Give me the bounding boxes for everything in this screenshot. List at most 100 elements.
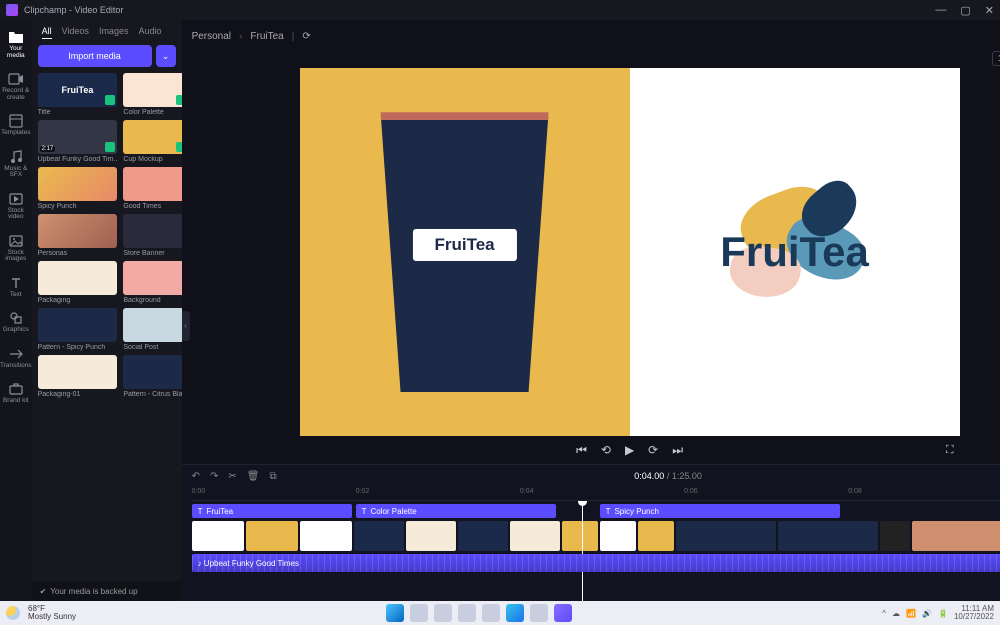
audio-track-clip[interactable]: ♪ Upbeat Funky Good Times	[192, 554, 1000, 572]
step-forward-button[interactable]: ⟳	[648, 443, 658, 457]
video-clip[interactable]	[562, 521, 598, 551]
video-clip[interactable]	[778, 521, 878, 551]
media-card[interactable]: Background	[123, 261, 181, 304]
collapse-library-handle[interactable]: ‹	[182, 311, 190, 341]
title-clip[interactable]: TSpicy Punch	[600, 504, 840, 518]
crumb-project[interactable]: FruiTea	[250, 31, 283, 42]
taskbar-chat-icon[interactable]	[458, 604, 476, 622]
used-check-icon	[176, 142, 182, 152]
timeline-tracks[interactable]: TFruiTea TColor Palette TSpicy Punch	[182, 501, 1000, 601]
weather-widget[interactable]: 68°F Mostly Sunny	[28, 605, 76, 621]
taskbar-store-icon[interactable]	[530, 604, 548, 622]
title-clip[interactable]: TFruiTea	[192, 504, 352, 518]
rail-stock-images[interactable]: Stock images	[0, 228, 32, 268]
video-clip[interactable]	[406, 521, 456, 551]
media-card[interactable]: Good Times	[123, 167, 181, 210]
media-card[interactable]: Personas	[38, 214, 118, 257]
video-clip[interactable]	[246, 521, 298, 551]
import-media-button[interactable]: Import media	[38, 45, 152, 67]
import-media-dropdown[interactable]: ⌄	[156, 45, 176, 67]
taskbar-taskview-icon[interactable]	[434, 604, 452, 622]
timeline-ruler[interactable]: 0:000:020:040:060:080:1	[192, 487, 1000, 501]
video-clip[interactable]	[354, 521, 404, 551]
rail-record-create[interactable]: Record & create	[0, 66, 32, 106]
taskbar-clipchamp-icon[interactable]	[554, 604, 572, 622]
media-card[interactable]: Cup Mockup	[123, 120, 181, 163]
video-clip[interactable]	[600, 521, 636, 551]
media-card[interactable]: Spicy Punch	[38, 167, 118, 210]
media-card[interactable]: Social Post	[123, 308, 181, 351]
playhead[interactable]	[582, 501, 583, 601]
tab-all[interactable]: All	[42, 26, 52, 39]
rail-music-sfx[interactable]: Music & SFX	[0, 144, 32, 184]
timeline-panel: ↶ ↷ ✂ 🗑 ⧉ 0:04.00 / 1:25.00 ＋ － ⤢ 0:000:…	[182, 464, 1000, 601]
media-card[interactable]: Pattern - Citrus Blast	[123, 355, 181, 398]
media-card[interactable]: Color Palette	[123, 73, 181, 116]
delete-button[interactable]: 🗑	[247, 471, 260, 482]
media-card[interactable]: Pattern - Spicy Punch	[38, 308, 118, 351]
tab-videos[interactable]: Videos	[62, 26, 89, 39]
aspect-ratio-selector[interactable]: 16:9	[992, 51, 1000, 66]
video-clip[interactable]	[192, 521, 244, 551]
video-clip[interactable]	[880, 521, 910, 551]
video-clip[interactable]	[458, 521, 508, 551]
ruler-mark: 0:00	[192, 488, 206, 495]
rail-templates[interactable]: Templates	[0, 108, 32, 142]
tray-chevron-icon[interactable]: ^	[882, 609, 886, 618]
rail-brand-kit[interactable]: Brand kit	[0, 376, 32, 410]
start-button[interactable]	[386, 604, 404, 622]
tray-battery-icon[interactable]: 🔋	[938, 609, 948, 618]
video-preview-canvas[interactable]: FruiTea FruiTea	[300, 68, 960, 436]
media-caption: Store Banner	[123, 250, 181, 257]
title-clip[interactable]: TColor Palette	[356, 504, 556, 518]
media-card[interactable]: Packaging-01	[38, 355, 118, 398]
undo-button[interactable]: ↶	[192, 471, 200, 482]
transport-controls: ⏮ ⟲ ▶ ⟳ ⏭ ⛶	[300, 436, 960, 464]
media-thumb: FruiTea	[38, 73, 118, 107]
rail-your-media[interactable]: Your media	[0, 24, 32, 64]
top-bar: Personal › FruiTea | ⟳ Export ⌄ 🔊	[182, 20, 1000, 53]
duplicate-button[interactable]: ⧉	[269, 471, 276, 482]
media-caption: Good Times	[123, 203, 181, 210]
play-button[interactable]: ▶	[625, 443, 634, 457]
camera-icon	[8, 71, 24, 87]
video-clip[interactable]	[638, 521, 674, 551]
video-clip[interactable]	[676, 521, 776, 551]
tab-images[interactable]: Images	[99, 26, 129, 39]
skip-end-button[interactable]: ⏭	[672, 443, 683, 458]
media-card[interactable]: FruiTeaTitle	[38, 73, 118, 116]
redo-button[interactable]: ↷	[210, 471, 218, 482]
taskbar-clock[interactable]: 11:11 AM 10/27/2022	[954, 605, 994, 621]
video-clip[interactable]	[912, 521, 1000, 551]
rail-transitions[interactable]: Transitions	[0, 341, 32, 375]
taskbar-explorer-icon[interactable]	[482, 604, 500, 622]
video-clip[interactable]	[510, 521, 560, 551]
rail-text[interactable]: Text	[0, 270, 32, 304]
tray-cloud-icon[interactable]: ☁	[892, 609, 900, 618]
image-icon	[8, 233, 24, 249]
media-thumb	[38, 214, 118, 248]
rail-stock-video[interactable]: Stock video	[0, 186, 32, 226]
system-tray[interactable]: ^ ☁ 📶 🔊 🔋 11:11 AM 10/27/2022	[882, 605, 994, 621]
cloud-sync-icon[interactable]: ⟳	[302, 31, 310, 42]
media-card[interactable]: Store Banner	[123, 214, 181, 257]
window-maximize-button[interactable]: ▢	[960, 4, 970, 17]
media-card[interactable]: Packaging	[38, 261, 118, 304]
media-card[interactable]: 2:17Upbeat Funky Good Tim..	[38, 120, 118, 163]
video-icon	[8, 191, 24, 207]
window-minimize-button[interactable]: —	[935, 4, 946, 17]
tray-volume-icon[interactable]: 🔊	[922, 609, 932, 618]
crumb-root[interactable]: Personal	[192, 31, 231, 42]
split-button[interactable]: ✂	[228, 471, 236, 482]
library-tabs: All Videos Images Audio	[32, 20, 182, 45]
taskbar-edge-icon[interactable]	[506, 604, 524, 622]
skip-start-button[interactable]: ⏮	[576, 443, 587, 458]
fullscreen-button[interactable]: ⛶	[946, 444, 954, 457]
video-clip[interactable]	[300, 521, 352, 551]
tab-audio[interactable]: Audio	[138, 26, 161, 39]
window-close-button[interactable]: ✕	[985, 4, 994, 17]
taskbar-search-icon[interactable]	[410, 604, 428, 622]
tray-wifi-icon[interactable]: 📶	[906, 609, 916, 618]
step-back-button[interactable]: ⟲	[601, 443, 611, 457]
rail-graphics[interactable]: Graphics	[0, 305, 32, 339]
